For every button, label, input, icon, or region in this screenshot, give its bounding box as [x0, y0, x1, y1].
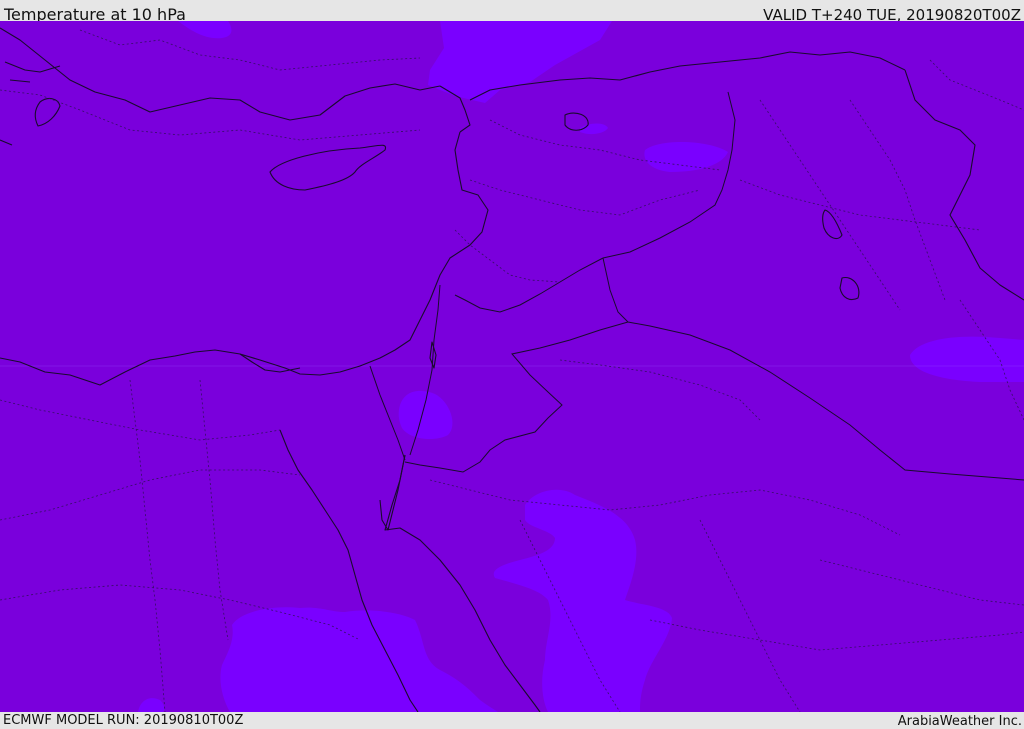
weather-map-frame: Temperature at 10 hPa VALID T+240 TUE, 2… — [0, 0, 1024, 729]
publisher-credit: ArabiaWeather Inc. — [897, 714, 1022, 729]
model-run-label: ECMWF MODEL RUN: 20190810T00Z — [3, 713, 244, 728]
temperature-map — [0, 21, 1024, 712]
map-header: Temperature at 10 hPa VALID T+240 TUE, 2… — [0, 0, 1024, 24]
temperature-field-base — [0, 21, 1024, 712]
map-footer: ECMWF MODEL RUN: 20190810T00Z ArabiaWeat… — [0, 712, 1024, 729]
